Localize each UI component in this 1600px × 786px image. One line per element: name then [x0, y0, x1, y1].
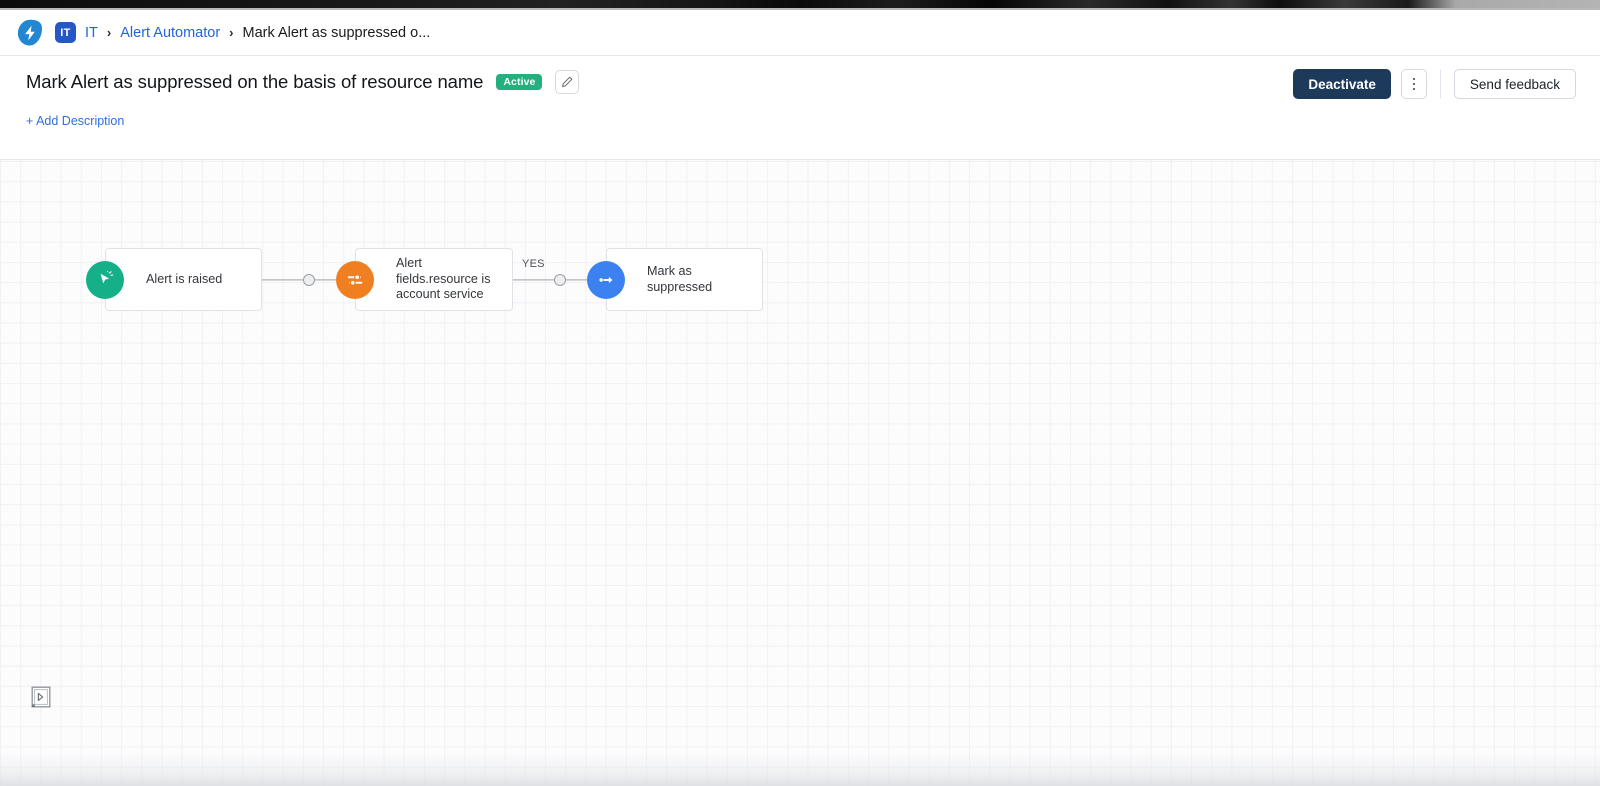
workflow-canvas[interactable]: Alert is raised Alert fields.resource is…: [0, 160, 1600, 786]
browser-chrome-strip: [0, 0, 1600, 10]
workflow-node-label: Alert fields.resource is account service: [396, 256, 491, 302]
title-row: Mark Alert as suppressed on the basis of…: [26, 70, 580, 94]
breadcrumb-separator: ›: [229, 25, 234, 40]
header-actions: Deactivate Send feedback: [1293, 69, 1576, 99]
page-header: Mark Alert as suppressed on the basis of…: [0, 56, 1600, 160]
connector-label-yes: YES: [522, 258, 545, 270]
breadcrumb-item-current: Mark Alert as suppressed o...: [242, 24, 431, 41]
add-description-link[interactable]: + Add Description: [26, 114, 124, 128]
breadcrumb-separator: ›: [106, 25, 112, 40]
page-title: Mark Alert as suppressed on the basis of…: [26, 71, 484, 92]
arrow-forward-icon: [587, 260, 625, 299]
edit-title-button[interactable]: [555, 70, 580, 94]
breadcrumb-item-alert-automator[interactable]: Alert Automator: [120, 25, 220, 41]
deactivate-button[interactable]: Deactivate: [1293, 69, 1391, 99]
pencil-icon: [562, 76, 573, 87]
expand-panel-button[interactable]: [31, 686, 51, 708]
lightning-bolt-logo[interactable]: [16, 19, 44, 47]
add-step-button[interactable]: [302, 274, 315, 286]
send-feedback-button[interactable]: Send feedback: [1453, 69, 1576, 99]
breadcrumb-bar: IT IT › Alert Automator › Mark Alert as …: [0, 10, 1600, 56]
workflow-node-condition[interactable]: Alert fields.resource is account service: [336, 248, 513, 311]
workflow-node-label: Alert is raised: [146, 271, 223, 286]
status-badge: Active: [496, 73, 543, 91]
more-vertical-icon: [1412, 77, 1416, 91]
workflow-node-action[interactable]: Mark as suppressed: [587, 248, 763, 311]
filter-sliders-icon: [336, 260, 374, 299]
expand-panel-icon: [31, 686, 51, 708]
workflow-node-trigger[interactable]: Alert is raised: [86, 248, 262, 311]
cursor-click-icon: [86, 260, 124, 299]
workflow-node-label: Mark as suppressed: [647, 264, 713, 294]
action-divider: [1439, 70, 1441, 98]
add-step-button[interactable]: [553, 274, 566, 286]
workspace-badge-it[interactable]: IT: [55, 22, 76, 43]
more-options-button[interactable]: [1400, 69, 1427, 99]
breadcrumb-item-it[interactable]: IT: [85, 25, 98, 41]
